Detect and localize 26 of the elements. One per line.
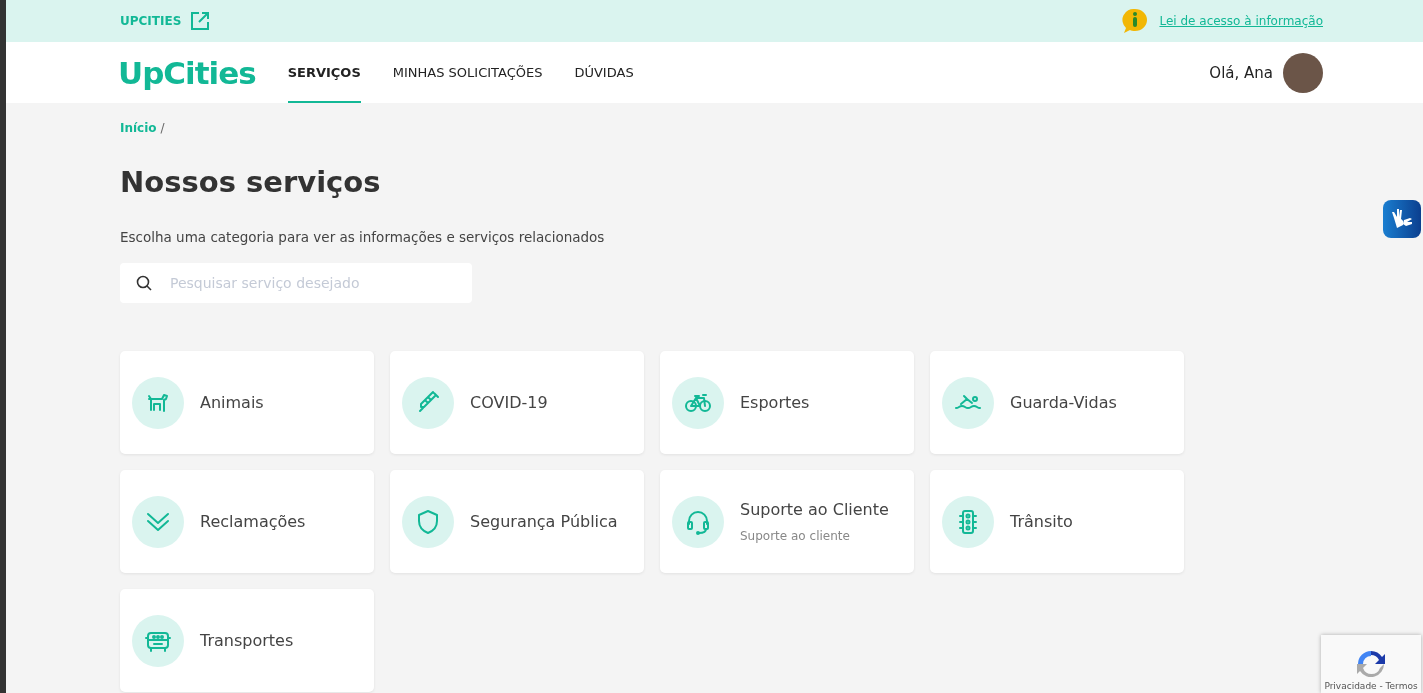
category-card[interactable]: Guarda-Vidas (930, 351, 1184, 454)
category-card[interactable]: COVID-19 (390, 351, 644, 454)
category-card[interactable]: Reclamações (120, 470, 374, 573)
category-card[interactable]: Segurança Pública (390, 470, 644, 573)
services-tab[interactable]: SERVIÇOS (287, 42, 361, 103)
hands-icon (1390, 208, 1414, 230)
recaptcha-links[interactable]: Privacidade - Termos (1324, 681, 1418, 691)
category-card[interactable]: Transportes (120, 589, 374, 692)
avatar[interactable] (1283, 52, 1323, 93)
sign-language-button[interactable] (1383, 200, 1421, 238)
user-greeting: Olá, Ana (1209, 63, 1273, 82)
search-icon (136, 275, 152, 291)
my-requests-tab[interactable]: MINHAS SOLICITAÇÕES (392, 42, 543, 103)
category-description: Suporte ao cliente (740, 529, 851, 543)
external-link-icon (191, 12, 210, 30)
search-field[interactable]: Pesquisar serviço desejado (120, 263, 472, 303)
breadcrumb-separator: / (160, 121, 165, 135)
category-card[interactable]: Suporte ao Cliente Suporte ao cliente (660, 470, 914, 573)
info-icon (1121, 8, 1150, 34)
page-title: Nossos serviços (120, 165, 382, 199)
category-card[interactable]: Trânsito (930, 470, 1184, 573)
category-card[interactable]: Esportes (660, 351, 914, 454)
faq-tab[interactable]: DÚVIDAS (574, 42, 634, 103)
logo: UpCities (118, 54, 256, 91)
page-subtitle: Escolha uma categoria para ver as informações e serviços relacionados (120, 229, 606, 245)
category-card[interactable]: Animais (120, 351, 374, 454)
